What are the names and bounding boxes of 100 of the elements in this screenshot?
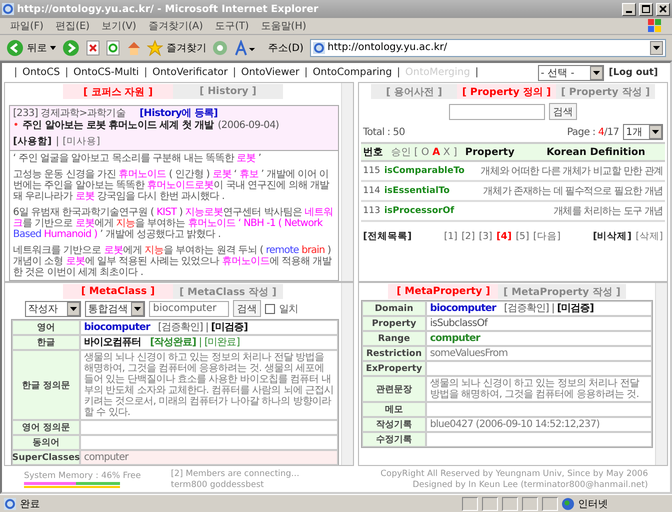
row-number: 113 <box>363 206 380 216</box>
search-button[interactable]: 검색 <box>233 300 261 317</box>
caret-icon[interactable] <box>50 46 56 50</box>
row-label: Property <box>362 316 426 331</box>
column-header: 승인 [ O A X ] <box>391 146 458 159</box>
property-link[interactable]: isProcessorOf <box>384 206 454 216</box>
row-label: Restriction <box>362 346 426 361</box>
page-indicator: Page : 4/17 <box>566 126 619 138</box>
article-paragraph: 6일 유범재 한국과학기술연구원 ( KIST ) 지능로봇연구센터 박사팀은 네트워크를 기반으로 로봇에게 지능을 부여하는 휴머노이드 ‘ NBH -1 ( Network Based Humanoid ) ’ 개발에 성공했다고 밝혔다 . <box>13 207 334 240</box>
menu-item[interactable]: 도움말(H) <box>260 19 306 33</box>
page-icon <box>4 498 16 510</box>
logout-link[interactable]: [Log out] <box>608 67 658 78</box>
property-link[interactable]: isEssentialTo <box>384 186 450 196</box>
row-label: 관련문장 <box>362 376 426 402</box>
close-button[interactable] <box>656 2 670 16</box>
menu-item[interactable]: 즐겨찾기(A) <box>148 19 203 33</box>
article-paragraph: ‘ 주인 얼굴을 알아보고 목소리를 구분해 내는 똑똑한 로봇 ’ <box>13 153 262 164</box>
memory-label: System Memory : 46% Free <box>24 470 141 480</box>
nav-link[interactable]: OntoVerificator <box>152 67 228 78</box>
property-link[interactable]: isComparableTo <box>384 166 465 176</box>
divider: | <box>56 136 59 148</box>
separator: | <box>144 67 148 78</box>
exact-match-checkbox[interactable] <box>265 304 275 314</box>
table-cell: computer <box>80 450 338 465</box>
article-date: (2006-09-04) <box>218 120 279 132</box>
author-select[interactable]: 작성자 <box>25 300 81 316</box>
row-label: 수정기록 <box>362 432 426 447</box>
row-label: 동의어 <box>12 435 80 450</box>
browser-icon <box>2 3 14 15</box>
scrollbar[interactable] <box>341 283 353 465</box>
maximize-button[interactable] <box>639 2 653 16</box>
search-button[interactable]: 검색 <box>549 103 577 120</box>
total-count: Total : 50 <box>363 126 405 138</box>
per-page-select[interactable]: 1개 <box>623 124 663 140</box>
menu-item[interactable]: 도구(T) <box>215 19 249 33</box>
search-type-select[interactable]: 통합검색 <box>85 300 145 316</box>
property-definition: 개체를 처리하는 도구 개념 <box>553 205 663 218</box>
nav-link[interactable]: OntoViewer <box>241 67 300 78</box>
dropdown-arrow-icon[interactable] <box>592 70 600 74</box>
all-list-link[interactable]: [전체목록] <box>363 230 412 243</box>
row-label: 한글 <box>12 335 80 350</box>
table-cell: 생물의 뇌나 신경이 하고 있는 정보의 처리나 전달 방법을 해명하여, 그것을 컴퓨터에 응용하려는 것. 생물의 세포에 들어 있는 단백질이나 효소를 사용한 바이오칩를 컴퓨터 내부의 반도체 소자와 교체한다. 컴퓨터를 사람의 뇌에 근접시키려는 것으로서, 미래의 컴퓨터가 나아갈 하나의 방향이라 할 수 있다. <box>80 350 338 420</box>
zone-text: 인터넷 <box>578 498 609 510</box>
register-link[interactable]: [History에 등록] <box>139 108 218 120</box>
globe-icon <box>562 498 574 510</box>
usage-link[interactable]: [미사용] <box>62 136 100 148</box>
menu-item[interactable]: 파일(F) <box>10 19 44 33</box>
separator: | <box>475 67 478 78</box>
status-pane <box>482 496 498 510</box>
close-icon <box>659 5 667 13</box>
font-size-icon[interactable] <box>234 40 256 56</box>
members-count: [2] Members are connecting... <box>170 468 300 478</box>
dropdown-arrow-icon[interactable] <box>134 306 141 310</box>
tab[interactable]: [ 코퍼스 자원 ] <box>63 84 173 99</box>
page-link[interactable]: [1] <box>444 231 458 242</box>
page-link[interactable]: [4] <box>496 231 512 242</box>
favorites-button[interactable]: 즐겨찾기 <box>147 40 206 56</box>
scrollbar[interactable] <box>655 283 667 465</box>
page-link[interactable]: [3] <box>478 231 492 242</box>
table-cell: biocomputer [검증확인] | [미검증] <box>80 320 338 335</box>
next-page-link[interactable]: [다음] <box>533 230 561 243</box>
article-title: 주인 알아보는 로봇 휴머노이드 세계 첫 개발 <box>22 120 214 132</box>
row-label: 영어 정의문 <box>12 420 80 435</box>
menu-select[interactable]: - 선택 - <box>538 64 604 80</box>
page-link[interactable]: [2] <box>461 231 475 242</box>
dropdown-arrow-icon[interactable] <box>70 306 77 310</box>
row-label: 작성기록 <box>362 417 426 432</box>
dropdown-arrow-icon[interactable] <box>652 130 659 134</box>
dropdown-arrow-icon[interactable] <box>653 46 660 50</box>
window-title: http://ontology.yu.ac.kr/ - Microsoft Internet Explorer <box>17 4 320 14</box>
filter-link[interactable]: [삭제] <box>636 230 663 243</box>
nav-link[interactable]: OntoComparing <box>312 67 392 78</box>
address-field[interactable]: http://ontology.yu.ac.kr/ <box>310 38 666 56</box>
article-paragraph: 네트워크를 기반으로 로봇에게 지능을 부여하는 원격 두뇌 ( remote brain ) 개념이 소형 로봇에 일부 적용된 사례는 있었으나 휴머노이드에 적용해 개발한 것은 이번이 세계 최초이다 . <box>13 245 333 278</box>
tab[interactable]: [ MetaProperty ] <box>388 284 498 299</box>
table-cell: computer <box>426 331 652 346</box>
page-link[interactable]: [5] <box>516 231 530 242</box>
status-pane <box>522 496 538 510</box>
separator: | <box>232 67 236 78</box>
exact-match-label: 일치 <box>279 302 298 316</box>
back-button[interactable]: 뒤로 <box>6 38 56 56</box>
search-field[interactable]: biocomputer <box>149 300 229 316</box>
windows-logo-icon <box>648 19 662 33</box>
menu-item[interactable]: 편집(E) <box>56 19 90 33</box>
tab[interactable]: [ Property 정의 ] <box>457 84 556 99</box>
usage-link[interactable]: [사용함] <box>13 136 52 148</box>
refresh-icon[interactable] <box>106 40 120 56</box>
tab[interactable]: [ MetaClass ] <box>63 284 173 299</box>
search-field[interactable] <box>449 104 545 120</box>
nav-link[interactable]: OntoCS-Multi <box>73 67 139 78</box>
address-label: 주소(D) <box>268 42 304 54</box>
menu-item[interactable]: 보기(V) <box>102 19 136 33</box>
separator: | <box>64 67 68 78</box>
scrollbar[interactable] <box>341 83 353 281</box>
status-pane <box>462 496 478 510</box>
star-icon <box>147 40 164 56</box>
stop-icon[interactable] <box>86 40 100 56</box>
filter-link[interactable]: [비삭제] <box>592 230 632 243</box>
nav-link[interactable]: OntoCS <box>22 67 60 78</box>
minimize-button[interactable] <box>622 2 636 16</box>
